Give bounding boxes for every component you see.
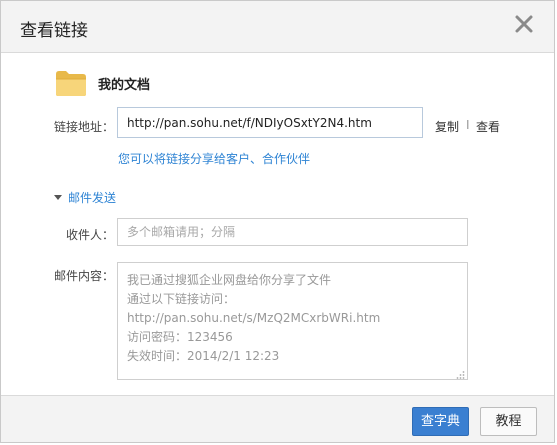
link-label: 链接地址：: [53, 120, 114, 134]
email-send-label: 邮件发送: [68, 191, 117, 205]
triangle-down-icon: [54, 195, 62, 200]
content-line: 访问密码：123456: [127, 330, 233, 344]
recipient-input[interactable]: [117, 218, 468, 246]
dialog-title: 查看链接: [20, 21, 88, 41]
content-line: 我已通过搜狐企业网盘给你分享了文件: [127, 273, 332, 287]
content-label: 邮件内容：: [53, 269, 114, 283]
email-send-toggle[interactable]: 邮件发送: [54, 189, 116, 206]
share-hint: 您可以将链接分享给客户、合作伙伴: [118, 152, 311, 166]
dialog-header: 查看链接: [1, 1, 554, 53]
file-name: 我的文档: [98, 78, 151, 93]
primary-button[interactable]: 查字典: [412, 407, 469, 436]
action-separator: I: [466, 118, 470, 132]
email-content-textarea[interactable]: 我已通过搜狐企业网盘给你分享了文件 通过以下链接访问： http://pan.s…: [117, 262, 468, 380]
view-link-button[interactable]: 查看: [476, 118, 500, 135]
secondary-button[interactable]: 教程: [480, 407, 537, 436]
folder-icon: [55, 69, 87, 97]
content-line: http://pan.sohu.net/s/MzQ2MCxrbWRi.htm: [127, 311, 381, 325]
resize-grip-icon[interactable]: [455, 367, 465, 379]
dialog-footer: [1, 395, 554, 442]
content-line: 失效时间：2014/2/1 12:23: [127, 349, 280, 363]
view-link-dialog: 查看链接 我的文档 链接地址： 复制 I 查看 您可以将链接分享给客户、合作伙伴…: [0, 0, 555, 443]
copy-link-button[interactable]: 复制: [435, 118, 459, 135]
link-url-field[interactable]: [117, 107, 423, 138]
content-line: 通过以下链接访问：: [127, 292, 236, 306]
close-icon[interactable]: [514, 14, 534, 34]
recipient-label: 收件人：: [65, 228, 114, 242]
